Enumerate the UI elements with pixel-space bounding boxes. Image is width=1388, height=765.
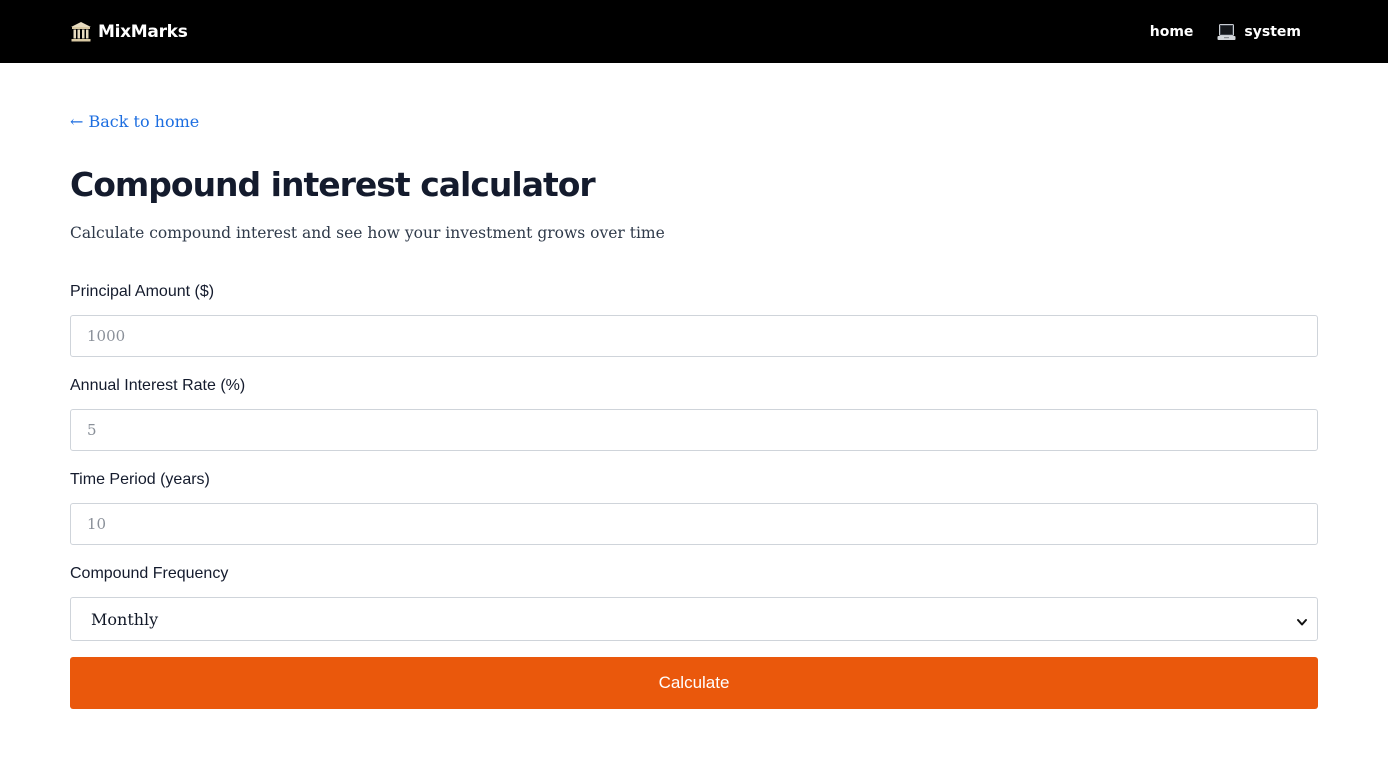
compound-frequency-label: Compound Frequency — [70, 565, 229, 582]
time-period-label: Time Period (years) — [70, 471, 210, 488]
nav-system-label: system — [1244, 24, 1301, 40]
interest-rate-input[interactable] — [70, 409, 1318, 451]
nav-home-link[interactable]: home — [1150, 24, 1194, 40]
compound-frequency-select[interactable]: Monthly — [70, 597, 1318, 641]
top-navigation-bar: MixMarks home system — [0, 0, 1388, 63]
principal-input[interactable] — [70, 315, 1318, 357]
bank-building-icon — [70, 21, 92, 43]
calculate-button[interactable]: Calculate — [70, 657, 1318, 709]
chevron-down-icon — [1296, 613, 1308, 626]
brand-name: MixMarks — [98, 22, 188, 42]
time-period-input[interactable] — [70, 503, 1318, 545]
interest-rate-label: Annual Interest Rate (%) — [70, 377, 246, 394]
laptop-icon — [1217, 23, 1236, 42]
main-nav: home system — [1150, 19, 1301, 45]
nav-system-link[interactable]: system — [1217, 23, 1301, 42]
principal-label: Principal Amount ($) — [70, 283, 215, 300]
page-title: Compound interest calculator — [70, 165, 596, 204]
compound-frequency-value: Monthly — [91, 609, 159, 629]
page-subtitle: Calculate compound interest and see how … — [70, 224, 665, 242]
brand-logo-link[interactable]: MixMarks — [70, 19, 188, 45]
back-to-home-link[interactable]: ← Back to home — [70, 112, 199, 131]
